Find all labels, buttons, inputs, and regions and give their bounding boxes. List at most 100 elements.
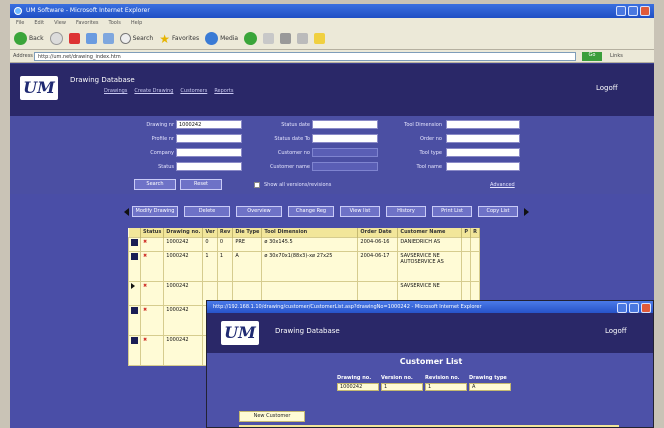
nav-reports[interactable]: Reports — [214, 88, 233, 94]
nav-create-drawing[interactable]: Create Drawing — [134, 88, 173, 94]
table-header-row: Status Drawing no. Ver Rev Die Type Tool… — [128, 228, 480, 237]
app-title: Drawing Database — [70, 76, 135, 84]
address-input[interactable]: http://um.net/drawing_index.htm — [34, 52, 576, 61]
status-x-icon: ✖ — [139, 334, 165, 366]
popup-minimize-icon[interactable] — [617, 303, 627, 313]
logoff-link[interactable]: Logoff — [596, 84, 618, 92]
scroll-left-icon[interactable] — [124, 208, 129, 216]
mail-icon[interactable] — [263, 33, 275, 44]
history-button[interactable]: History — [386, 206, 426, 217]
popup-close-icon[interactable] — [641, 303, 651, 313]
tool-type-input[interactable] — [446, 148, 520, 157]
cell-order-date: 2004-06-16 — [357, 236, 399, 252]
column-header-rev[interactable]: Rev — [217, 228, 234, 237]
delete-button[interactable]: Delete — [184, 206, 230, 217]
cell-rev: 1 — [216, 250, 234, 282]
copy-list-button[interactable]: Copy List — [478, 206, 518, 217]
scroll-right-icon[interactable] — [524, 208, 529, 216]
search-form-button[interactable]: Search — [134, 179, 176, 190]
column-header-die-type[interactable]: Die Type — [232, 228, 263, 237]
print-icon[interactable] — [280, 33, 292, 44]
column-header-p[interactable]: P — [461, 228, 472, 237]
status-date-input[interactable] — [312, 120, 378, 129]
status-x-icon: ✖ — [139, 304, 165, 336]
modify-drawing-button[interactable]: Modify Drawing — [132, 206, 178, 217]
reset-button[interactable]: Reset — [180, 179, 222, 190]
go-button[interactable]: Go — [582, 52, 602, 61]
column-header-order-date[interactable]: Order Date — [357, 228, 399, 237]
order-no-input[interactable] — [446, 134, 520, 143]
menu-help[interactable]: Help — [131, 20, 142, 28]
row-select-icon[interactable] — [131, 238, 138, 246]
popup-um-logo: UM — [221, 321, 259, 345]
popup-logoff-link[interactable]: Logoff — [605, 327, 627, 335]
back-button[interactable]: Back — [14, 32, 44, 45]
nav-drawings[interactable]: Drawings — [104, 88, 127, 94]
stop-icon[interactable] — [68, 33, 80, 44]
minimize-icon[interactable] — [616, 6, 626, 16]
menu-view[interactable]: View — [54, 20, 66, 28]
change-reg-button[interactable]: Change Reg — [288, 206, 334, 217]
favorites-button[interactable]: ★ Favorites — [159, 32, 199, 46]
column-header-drawing-no[interactable]: Drawing no. — [163, 228, 204, 237]
popup-window-title: http://192.168.1.10/drawing/customer/Cus… — [213, 304, 482, 310]
company-input[interactable] — [176, 148, 242, 157]
nav-customers[interactable]: Customers — [180, 88, 207, 94]
new-customer-button[interactable]: New Customer — [239, 411, 305, 422]
popup-window-controls — [617, 303, 651, 313]
status-select[interactable] — [176, 162, 242, 171]
row-select-icon[interactable] — [131, 252, 138, 260]
history-icon[interactable] — [244, 32, 258, 45]
row-select-icon[interactable] — [131, 306, 138, 314]
maximize-icon[interactable] — [628, 6, 638, 16]
row-select-icon[interactable] — [131, 336, 138, 344]
column-header-status[interactable]: Status — [140, 228, 165, 237]
popup-maximize-icon[interactable] — [629, 303, 639, 313]
cell-drawing-no: 1000242 — [163, 250, 204, 282]
drawing-no-input[interactable]: 1000242 — [176, 120, 242, 129]
menu-edit[interactable]: Edit — [34, 20, 44, 28]
table-row[interactable]: ✖ 1000242 0 0 PRE ø 30x145.5 2004-06-16 … — [128, 236, 480, 252]
show-all-checkbox[interactable] — [254, 182, 260, 188]
refresh-icon[interactable] — [85, 33, 97, 44]
edit-icon[interactable] — [297, 33, 309, 44]
tool-dimension-input[interactable] — [446, 120, 520, 129]
forward-icon[interactable] — [49, 32, 63, 45]
search-button[interactable]: Search — [119, 33, 153, 44]
close-icon[interactable] — [640, 6, 650, 16]
customer-no-input[interactable] — [312, 148, 378, 157]
table-row[interactable]: ✖ 1000242 1 1 A ø 30x70x1(88x3)-xø 27x25… — [128, 250, 480, 282]
media-button[interactable]: Media — [205, 32, 238, 45]
cell-drawing-no: 1000242 — [163, 334, 204, 366]
media-label: Media — [220, 35, 239, 42]
column-header-ver[interactable]: Ver — [202, 228, 218, 237]
profile-no-label: Profile nr — [151, 136, 174, 142]
popup-col-drawing-type: Drawing type — [469, 375, 507, 381]
browser-titlebar: UM Software - Microsoft Internet Explore… — [10, 4, 654, 18]
profile-no-input[interactable] — [176, 134, 242, 143]
address-bar: Address http://um.net/drawing_index.htm … — [10, 50, 654, 63]
browser-menubar: File Edit View Favorites Tools Help — [10, 18, 654, 28]
view-list-button[interactable]: View list — [340, 206, 380, 217]
home-icon[interactable] — [102, 33, 114, 44]
app-header: UM Drawing Database Drawings Create Draw… — [10, 64, 654, 116]
status-date-to-input[interactable] — [312, 134, 378, 143]
popup-value-version-no: 1 — [381, 383, 423, 391]
menu-favorites[interactable]: Favorites — [76, 20, 99, 28]
column-header-customer-name[interactable]: Customer Name — [397, 228, 463, 237]
advanced-link[interactable]: Advanced — [490, 182, 515, 188]
overview-button[interactable]: Overview — [236, 206, 282, 217]
menu-file[interactable]: File — [16, 20, 24, 28]
links-label[interactable]: Links — [610, 53, 623, 59]
browser-title: UM Software - Microsoft Internet Explore… — [26, 7, 150, 14]
print-list-button[interactable]: Print List — [432, 206, 472, 217]
column-header-r[interactable]: R — [470, 228, 480, 237]
tool-name-input[interactable] — [446, 162, 520, 171]
column-header-tool-dimension[interactable]: Tool Dimension — [261, 228, 359, 237]
folder-icon[interactable] — [314, 33, 326, 44]
cell-tool-dimension: ø 30x70x1(88x3)-xø 27x25 — [261, 250, 359, 282]
ie-icon — [14, 7, 22, 15]
menu-tools[interactable]: Tools — [109, 20, 121, 28]
browser-toolbar: Back Search ★ Favorites Media — [10, 28, 654, 50]
customer-name-input[interactable] — [312, 162, 378, 171]
